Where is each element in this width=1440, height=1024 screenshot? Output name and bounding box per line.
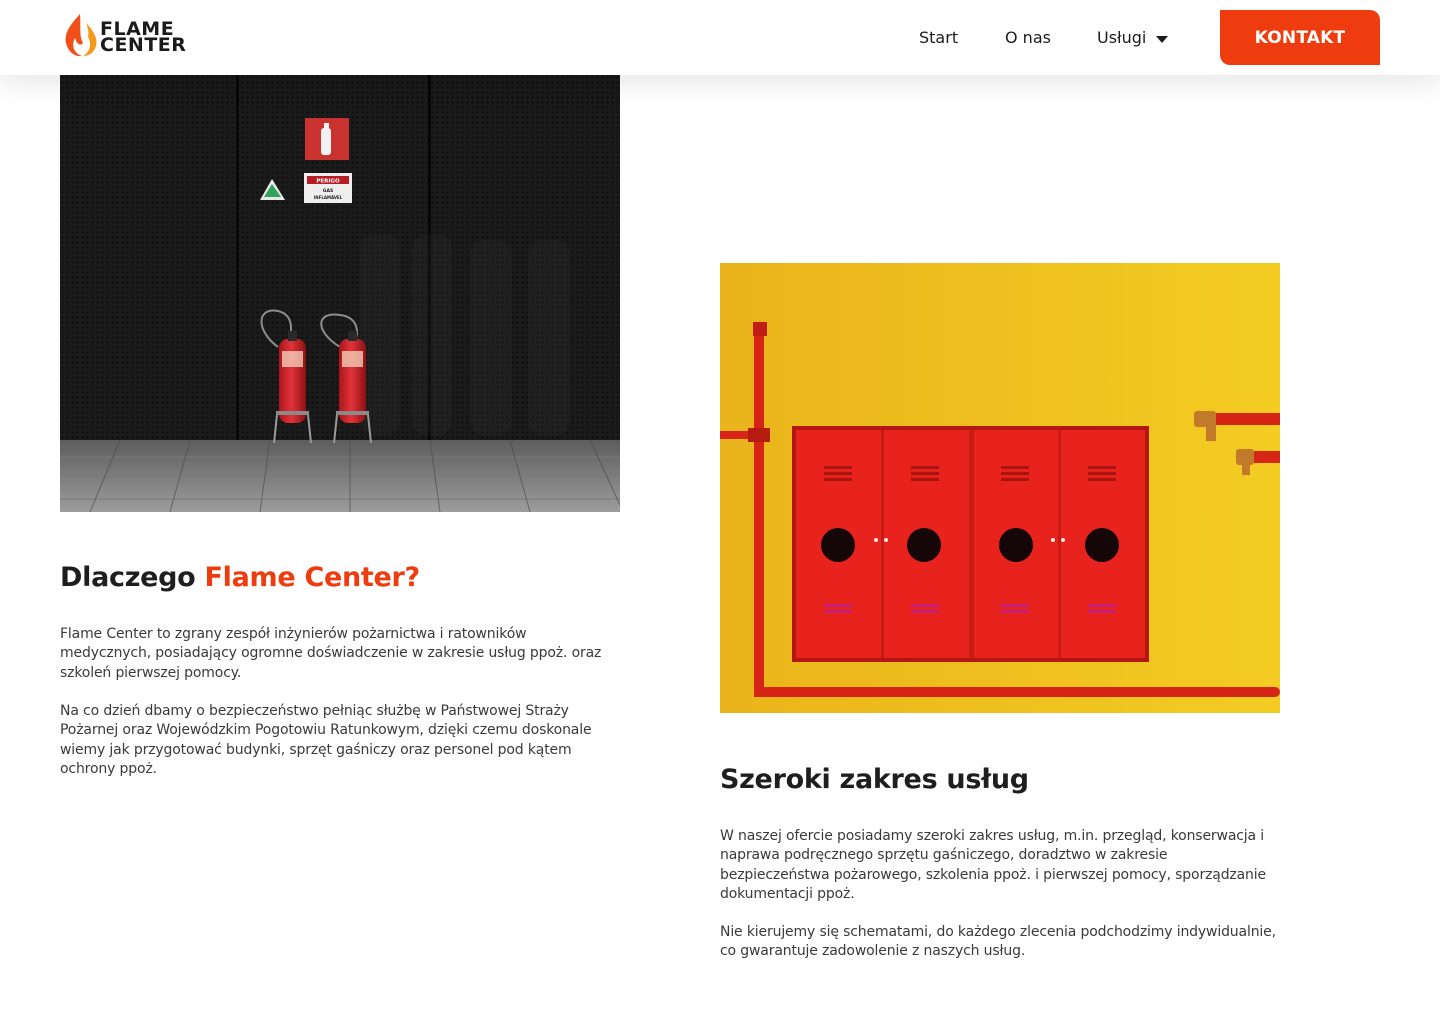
heading-plain-text: Dlaczego bbox=[60, 562, 205, 593]
contact-button[interactable]: KONTAKT bbox=[1220, 10, 1380, 65]
fire-extinguishers-photo: PERIGO GAS INFLAMÁVEL bbox=[60, 75, 620, 512]
page: FLAME CENTER Start O nas Usługi KONTAKT bbox=[0, 0, 1440, 1024]
hydrant-cabinets-photo bbox=[720, 263, 1280, 713]
about-paragraph-2: Na co dzień dbamy o bezpieczeństwo pełni… bbox=[60, 703, 592, 777]
why-flame-center-heading: Dlaczego Flame Center? bbox=[60, 562, 420, 593]
site-header: FLAME CENTER Start O nas Usługi KONTAKT bbox=[0, 0, 1440, 75]
services-paragraph-2: Nie kierujemy się schematami, do każdego… bbox=[720, 924, 1276, 960]
nav-item-start[interactable]: Start bbox=[919, 28, 958, 47]
heading-accent-text: Flame Center? bbox=[204, 562, 421, 593]
sign-gas: GAS bbox=[323, 188, 333, 194]
nav-item-uslugi[interactable]: Usługi bbox=[1097, 28, 1146, 47]
services-paragraph-1: W naszej ofercie posiadamy szeroki zakre… bbox=[720, 828, 1266, 902]
chevron-down-icon[interactable] bbox=[1156, 36, 1168, 43]
about-paragraph-1: Flame Center to zgrany zespół inżynierów… bbox=[60, 626, 602, 681]
sign-perigo: PERIGO bbox=[316, 179, 340, 185]
sign-inflamavel: INFLAMÁVEL bbox=[314, 195, 343, 200]
services-heading: Szeroki zakres usług bbox=[720, 764, 1029, 795]
nav-item-o-nas[interactable]: O nas bbox=[1005, 28, 1051, 47]
